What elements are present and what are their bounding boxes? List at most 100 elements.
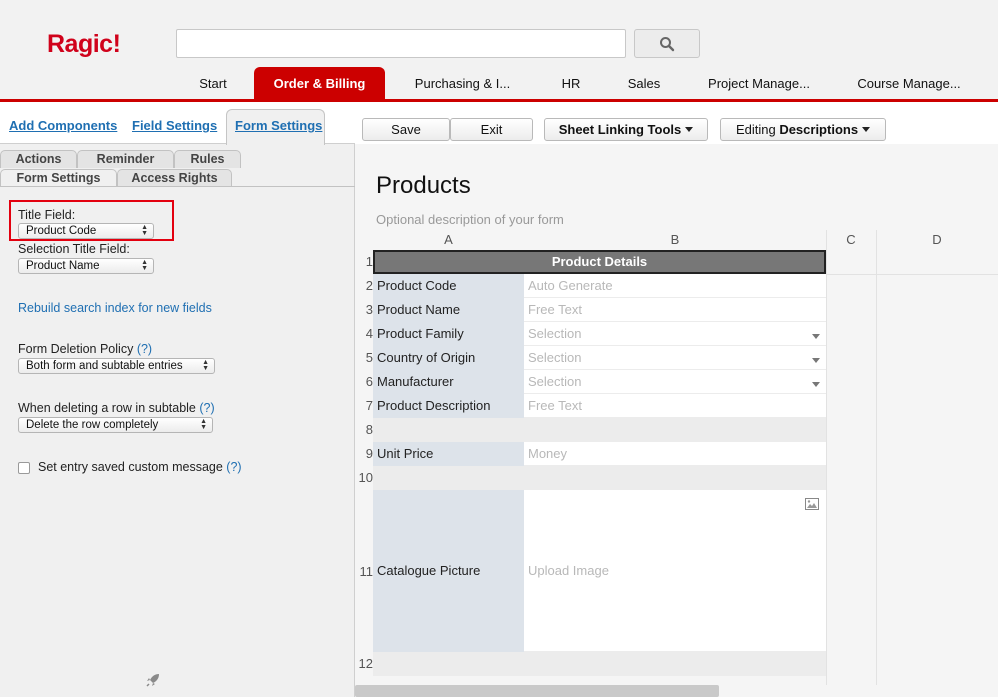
sheet-linking-tools-label: Sheet Linking Tools xyxy=(558,122,682,137)
form-description[interactable]: Optional description of your form xyxy=(376,212,564,227)
grid-line xyxy=(826,230,827,685)
field-value-cell[interactable]: Auto Generate xyxy=(524,274,826,298)
horizontal-scrollbar[interactable] xyxy=(355,685,719,697)
subtable-delete-select[interactable]: Delete the row completely ▲ ▼ xyxy=(18,417,213,433)
field-label-cell[interactable]: Manufacturer xyxy=(373,370,524,394)
row-number: 7 xyxy=(365,398,373,413)
subtab-divider xyxy=(0,186,355,187)
app-header: Ragic! Start Order & Billing Purchasing … xyxy=(0,0,998,102)
subtab-form-settings[interactable]: Form Settings xyxy=(0,169,117,187)
title-field-select[interactable]: Product Code ▲ ▼ xyxy=(18,223,154,239)
select-arrows-icon: ▲ ▼ xyxy=(202,359,209,372)
custom-message-checkbox[interactable] xyxy=(18,462,30,474)
row-number: 8 xyxy=(365,422,373,437)
select-arrows-icon: ▲ ▼ xyxy=(200,418,207,431)
field-label-cell[interactable]: Unit Price xyxy=(373,442,524,466)
title-field-value: Product Code xyxy=(26,225,97,237)
dropdown-arrow-icon[interactable] xyxy=(812,382,820,387)
sheet-linking-tools-button[interactable]: Sheet Linking Tools xyxy=(544,118,708,141)
tab-purchasing[interactable]: Purchasing & I... xyxy=(395,67,530,100)
field-value-cell[interactable]: Selection xyxy=(524,346,826,370)
form-designer: Save Exit Sheet Linking Tools Editing De… xyxy=(355,102,998,697)
tab-sales[interactable]: Sales xyxy=(612,67,676,100)
tab-start[interactable]: Start xyxy=(176,67,250,100)
ragic-logo[interactable]: Ragic! xyxy=(47,30,121,59)
field-label-cell[interactable]: Country of Origin xyxy=(373,346,524,370)
tab-project-management[interactable]: Project Manage... xyxy=(693,67,825,100)
rocket-icon[interactable] xyxy=(145,672,161,688)
search-input[interactable] xyxy=(176,29,626,58)
dropdown-arrow-icon[interactable] xyxy=(812,334,820,339)
grid-line xyxy=(876,230,877,685)
search-button[interactable] xyxy=(634,29,700,58)
subtable-delete-text: When deleting a row in subtable xyxy=(18,401,196,415)
editing-mode-value: Descriptions xyxy=(779,122,859,137)
grid-line xyxy=(826,274,998,275)
empty-cell[interactable] xyxy=(373,466,524,490)
section-header-cell[interactable]: Product Details xyxy=(373,250,826,274)
empty-cell[interactable] xyxy=(373,652,524,676)
empty-cell[interactable] xyxy=(524,418,826,442)
field-label-cell[interactable]: Product Family xyxy=(373,322,524,346)
custom-message-text: Set entry saved custom message xyxy=(38,460,223,474)
custom-message-help[interactable]: (?) xyxy=(226,460,241,474)
row-number: 10 xyxy=(358,470,373,485)
row-number: 6 xyxy=(365,374,373,389)
field-value-cell[interactable]: Selection xyxy=(524,370,826,394)
designer-toolbar: Save Exit Sheet Linking Tools Editing De… xyxy=(355,102,998,144)
empty-cell[interactable] xyxy=(524,466,826,490)
field-value-cell[interactable]: Upload Image xyxy=(524,490,826,652)
dropdown-arrow-icon[interactable] xyxy=(812,358,820,363)
form-deletion-policy-help[interactable]: (?) xyxy=(137,342,152,356)
rebuild-search-index-link[interactable]: Rebuild search index for new fields xyxy=(18,301,212,315)
chevron-down-icon xyxy=(685,127,694,133)
editing-mode-button[interactable]: Editing Descriptions xyxy=(720,118,886,141)
column-header-c[interactable]: C xyxy=(826,230,876,250)
field-value-cell[interactable]: Free Text xyxy=(524,394,826,418)
form-canvas: Products Optional description of your fo… xyxy=(355,144,998,697)
row-number: 11 xyxy=(359,564,374,579)
save-button[interactable]: Save xyxy=(362,118,450,141)
tab-hr[interactable]: HR xyxy=(540,67,602,100)
form-deletion-policy-select[interactable]: Both form and subtable entries ▲ ▼ xyxy=(18,358,215,374)
row-number: 9 xyxy=(365,446,373,461)
form-title[interactable]: Products xyxy=(376,172,471,200)
column-header-d[interactable]: D xyxy=(876,230,998,250)
empty-cell[interactable] xyxy=(524,652,826,676)
selection-title-field-label: Selection Title Field: xyxy=(18,242,130,256)
tab-order-billing[interactable]: Order & Billing xyxy=(254,67,385,100)
tab-field-settings[interactable]: Field Settings xyxy=(132,118,217,133)
subtab-actions[interactable]: Actions xyxy=(0,150,77,168)
row-number: 5 xyxy=(365,350,373,365)
image-icon[interactable] xyxy=(805,498,819,510)
field-label-cell[interactable]: Product Description xyxy=(373,394,524,418)
exit-button[interactable]: Exit xyxy=(450,118,533,141)
field-label-cell[interactable]: Product Code xyxy=(373,274,524,298)
subtab-reminder[interactable]: Reminder xyxy=(77,150,174,168)
form-deletion-policy-text: Form Deletion Policy xyxy=(18,342,134,356)
tab-form-settings[interactable]: Form Settings xyxy=(235,118,322,133)
column-header-a[interactable]: A xyxy=(373,230,524,250)
subtable-delete-help[interactable]: (?) xyxy=(199,401,214,415)
form-deletion-policy-label: Form Deletion Policy (?) xyxy=(18,342,152,356)
field-value-cell[interactable]: Free Text xyxy=(524,298,826,322)
search-icon xyxy=(660,36,675,51)
tab-add-components[interactable]: Add Components xyxy=(9,118,117,133)
subtable-delete-value: Delete the row completely xyxy=(26,419,159,431)
chevron-down-icon xyxy=(862,127,871,133)
empty-cell[interactable] xyxy=(373,418,524,442)
field-label-cell[interactable]: Product Name xyxy=(373,298,524,322)
field-value-cell[interactable]: Selection xyxy=(524,322,826,346)
field-label-cell[interactable]: Catalogue Picture xyxy=(373,490,524,652)
title-field-label: Title Field: xyxy=(18,208,76,222)
subtab-access-rights[interactable]: Access Rights xyxy=(117,169,232,187)
row-number: 2 xyxy=(365,278,373,293)
tab-course-management[interactable]: Course Manage... xyxy=(843,67,975,100)
subtable-delete-label: When deleting a row in subtable (?) xyxy=(18,401,215,415)
selection-title-field-select[interactable]: Product Name ▲ ▼ xyxy=(18,258,154,274)
field-value-cell[interactable]: Money xyxy=(524,442,826,466)
subtab-rules[interactable]: Rules xyxy=(174,150,241,168)
design-panel: Add Components Field Settings Form Setti… xyxy=(0,102,355,697)
column-header-b[interactable]: B xyxy=(524,230,826,250)
select-arrows-icon: ▲ ▼ xyxy=(141,259,148,272)
